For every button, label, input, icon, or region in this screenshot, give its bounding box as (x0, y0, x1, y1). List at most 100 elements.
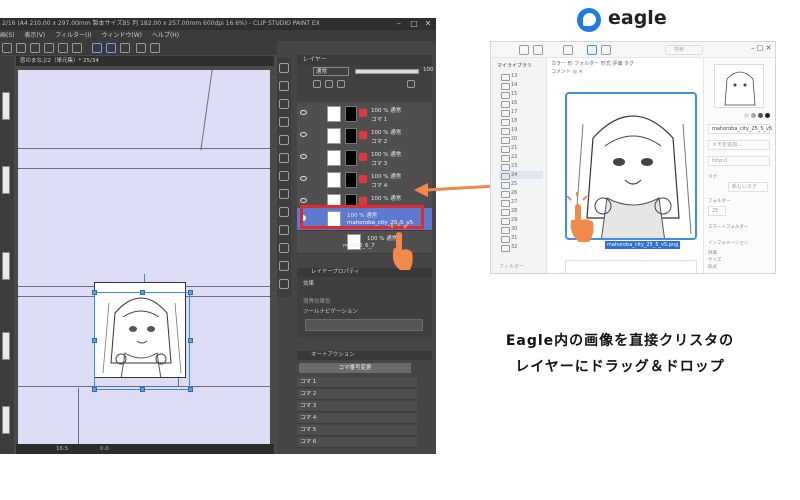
layer-row[interactable]: 100 % 通常 コマ 4 (297, 169, 432, 192)
trash-icon[interactable] (407, 80, 415, 88)
eye-icon[interactable] (300, 176, 307, 181)
folder-item[interactable]: 28 (499, 207, 543, 216)
eye-icon[interactable] (300, 198, 307, 203)
minimize-icon[interactable]: – (392, 18, 406, 30)
folder-item[interactable]: 18 (499, 117, 543, 126)
auto-action-row[interactable]: コマ 3 (297, 401, 417, 412)
menu-item[interactable]: 画(S) (0, 32, 15, 39)
search-input[interactable]: 検索 (665, 45, 703, 55)
page-thumbnail[interactable] (2, 92, 10, 120)
sidebar-icon[interactable] (519, 45, 529, 55)
eye-icon[interactable] (300, 110, 307, 115)
material-icon[interactable] (279, 135, 289, 145)
eye-icon[interactable] (300, 132, 307, 137)
eye-icon[interactable] (300, 154, 307, 159)
gear-icon[interactable] (2, 43, 12, 53)
brush-icon[interactable] (120, 43, 130, 53)
layer-row[interactable]: 100 % 通常 コマ 2 (297, 125, 432, 148)
folder-item[interactable]: 30 (499, 225, 543, 234)
color-swatch[interactable] (744, 113, 749, 118)
folder-item[interactable]: 25 (499, 180, 543, 189)
maximize-icon[interactable]: □ (407, 18, 421, 30)
transform-handle[interactable] (188, 338, 193, 343)
layer-row[interactable]: 100 % 通常 コマ 1 (297, 103, 432, 126)
history-icon[interactable] (279, 117, 289, 127)
library-label[interactable]: マイライブラリ (497, 62, 532, 69)
clear-icon[interactable] (44, 43, 54, 53)
folder-item[interactable]: 21 (499, 144, 543, 153)
cut-icon[interactable] (58, 43, 68, 53)
menu-item[interactable]: ウィンドウ(W) (101, 32, 142, 39)
manga-canvas[interactable] (18, 70, 270, 454)
auto-action-row[interactable]: コマ 5 (297, 425, 417, 436)
zoom-level[interactable]: 16.5 (56, 446, 68, 452)
filter-bar-secondary[interactable]: コメント ◎ ✕ (551, 68, 583, 75)
page-thumbnail[interactable] (2, 332, 10, 360)
list-icon[interactable] (601, 45, 611, 55)
filter-bar[interactable]: カラー 形 フォルダー 形式 評価 タグ (551, 60, 634, 67)
folder-item[interactable]: 17 (499, 108, 543, 117)
document-tab[interactable]: 窓のまなぶ2（単元集）* 25/34 (16, 56, 274, 66)
folder-item[interactable]: 13 (499, 72, 543, 81)
tool-nav-button[interactable] (305, 319, 423, 331)
navigator-icon[interactable] (279, 63, 289, 73)
add-tag-button[interactable]: 新しいタグ (728, 182, 768, 192)
folder-item[interactable]: 23 (499, 162, 543, 171)
transform-handle[interactable] (140, 387, 145, 392)
material-icon[interactable] (279, 279, 289, 289)
folder-item[interactable]: 16 (499, 99, 543, 108)
opacity-slider[interactable] (355, 69, 419, 74)
material-icon[interactable] (279, 189, 289, 199)
url-field[interactable]: http:// (708, 156, 770, 166)
grid-icon[interactable] (587, 45, 597, 55)
folder-item-selected[interactable]: 24 (499, 171, 543, 180)
color-swatch[interactable] (758, 113, 763, 118)
undo-icon[interactable] (16, 43, 26, 53)
copy-icon[interactable] (72, 43, 82, 53)
auto-action-row[interactable]: コマ 2 (297, 389, 417, 400)
color-swatch[interactable] (751, 113, 756, 118)
folder-item[interactable]: 31 (499, 234, 543, 243)
auto-action-select[interactable]: コマ番号変更 (299, 363, 411, 373)
page-thumbnail[interactable] (2, 166, 10, 194)
folder-item[interactable]: 19 (499, 126, 543, 135)
folder-item[interactable]: 15 (499, 90, 543, 99)
redo-icon[interactable] (30, 43, 40, 53)
folder-item[interactable]: 14 (499, 81, 543, 90)
transform-handle[interactable] (92, 290, 97, 295)
image-card[interactable] (565, 260, 697, 273)
folder-chip[interactable]: 25 (708, 206, 726, 216)
menu-item[interactable]: 表示(V) (24, 32, 45, 39)
pen-icon[interactable] (92, 43, 102, 53)
folder-item[interactable]: 20 (499, 135, 543, 144)
folder-item[interactable]: 29 (499, 216, 543, 225)
folder-item[interactable]: 22 (499, 153, 543, 162)
auto-action-row[interactable]: コマ 4 (297, 413, 417, 424)
folder-item[interactable]: 32 (499, 243, 543, 252)
pencil-icon[interactable] (106, 43, 116, 53)
transform-handle[interactable] (188, 387, 193, 392)
blend-mode-select[interactable]: 通常 (313, 67, 349, 76)
close-icon[interactable]: ✕ (421, 18, 435, 30)
material-icon[interactable] (279, 171, 289, 181)
notes-field[interactable]: メモを追加... (708, 140, 770, 150)
menu-item[interactable]: ヘルプ(H) (152, 32, 179, 39)
transform-box[interactable] (94, 292, 190, 390)
material-icon[interactable] (279, 243, 289, 253)
info-icon[interactable] (279, 99, 289, 109)
lock-icon[interactable] (337, 80, 345, 88)
add-icon[interactable] (533, 45, 543, 55)
color-swatch[interactable] (765, 113, 770, 118)
folder-item[interactable]: 27 (499, 198, 543, 207)
material-icon[interactable] (279, 261, 289, 271)
rotation-value[interactable]: 0.0 (100, 446, 109, 452)
auto-action-row[interactable]: コマ 6 (297, 437, 417, 448)
material-icon[interactable] (279, 225, 289, 235)
page-thumbnail[interactable] (2, 252, 10, 280)
transform-handle[interactable] (92, 387, 97, 392)
page-thumbnail[interactable] (2, 406, 10, 434)
filter-label[interactable]: フィルター (499, 263, 524, 270)
sub-view-icon[interactable] (279, 81, 289, 91)
transform-handle[interactable] (140, 290, 145, 295)
material-icon[interactable] (279, 207, 289, 217)
